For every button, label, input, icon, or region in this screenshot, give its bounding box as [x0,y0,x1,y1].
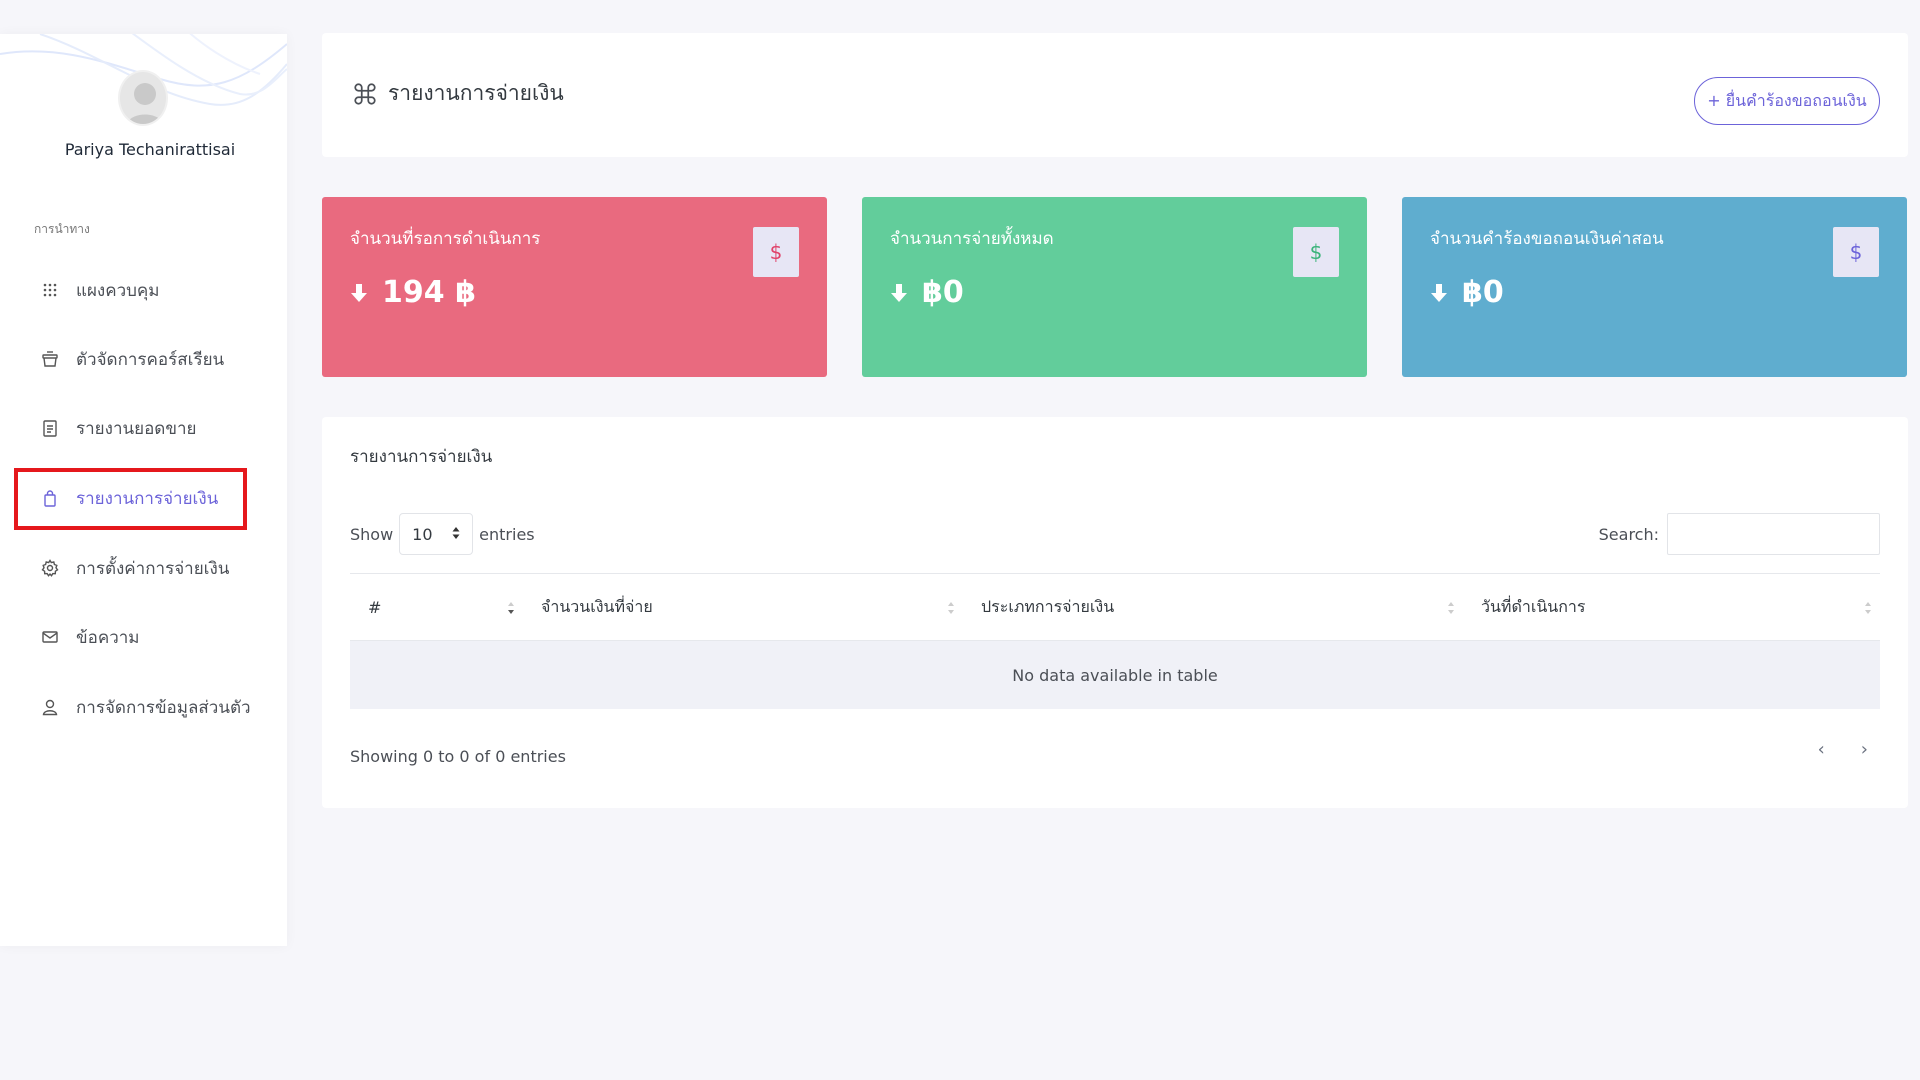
arrow-down-icon [350,282,368,304]
sidebar-item-label: ข้อความ [76,627,140,648]
stat-value-text: ฿0 [922,275,964,310]
sidebar-item-profile[interactable]: การจัดการข้อมูลส่วนตัว [40,690,251,724]
active-item-highlight [14,468,247,530]
sort-icon [947,600,955,619]
basket-icon [40,349,60,369]
table-empty-row: No data available in table [350,641,1880,709]
entries-select[interactable]: 10 [399,513,474,555]
column-header-amount[interactable]: จำนวนเงินที่จ่าย [523,574,963,640]
sort-icon [1447,600,1455,619]
column-header-payment-type[interactable]: ประเภทการจ่ายเงิน [963,574,1463,640]
sidebar-item-label: การตั้งค่าการจ่ายเงิน [76,558,230,579]
arrow-down-icon [890,282,908,304]
stat-label: จำนวนการจ่ายทั้งหมด [890,229,1054,249]
page-header: รายงานการจ่ายเงิน + ยื่นคำร้องขอถอนเงิน [322,33,1908,157]
entries-length-control: Show 10 entries [350,513,535,555]
page-title: รายงานการจ่ายเงิน [352,77,564,110]
stat-value-text: 194 ฿ [382,275,476,310]
sidebar-item-payment-settings[interactable]: การตั้งค่าการจ่ายเงิน [40,551,229,585]
clipboard-icon [40,418,60,438]
sidebar-item-label: การจัดการข้อมูลส่วนตัว [76,697,251,718]
dollar-icon: $ [1293,227,1339,277]
search-input[interactable] [1667,513,1880,555]
request-withdrawal-button[interactable]: + ยื่นคำร้องขอถอนเงิน [1694,77,1880,125]
arrow-down-icon [1430,282,1448,304]
column-header-date[interactable]: วันที่ดำเนินการ [1463,574,1880,640]
user-icon [40,697,60,717]
show-label: Show [350,524,394,544]
gear-icon [40,558,60,578]
sidebar-item-label: ตัวจัดการคอร์สเรียน [76,349,225,370]
empty-text: No data available in table [1012,665,1218,685]
table-header: # จำนวนเงินที่จ่าย ประเภทการจ่ายเงิน วัน… [350,573,1880,641]
user-name: Pariya Techanirattisai [64,140,236,159]
table-search: Search: [1599,513,1880,555]
sort-updown-icon [452,525,460,544]
stat-label: จำนวนที่รอการดำเนินการ [350,229,541,249]
column-header-label: จำนวนเงินที่จ่าย [541,596,653,616]
sidebar-item-dashboard[interactable]: แผงควบคุม [40,273,160,307]
avatar[interactable] [118,70,168,126]
sidebar-item-label: แผงควบคุม [76,280,160,301]
stat-value-text: ฿0 [1462,275,1504,310]
sidebar-item-course-manager[interactable]: ตัวจัดการคอร์สเรียน [40,342,224,376]
sidebar-item-messages[interactable]: ข้อความ [40,620,140,654]
mail-icon [40,627,60,647]
page-title-text: รายงานการจ่ายเงิน [388,81,564,105]
column-header-label: ประเภทการจ่ายเงิน [981,596,1115,616]
search-label: Search: [1598,524,1659,544]
nav-caption: การนำทาง [34,222,90,236]
entries-select-value: 10 [412,524,433,544]
column-header-label: วันที่ดำเนินการ [1481,596,1586,616]
stat-label: จำนวนคำร้องขอถอนเงินค่าสอน [1430,229,1664,249]
table-title: รายงานการจ่ายเงิน [350,447,493,467]
column-header-label: # [368,597,382,617]
stat-value: ฿0 [890,275,964,310]
stat-card-pending: จำนวนที่รอการดำเนินการ 194 ฿ $ [322,197,827,377]
payment-table-card: รายงานการจ่ายเงิน Show 10 entries Search… [322,417,1908,808]
command-icon [352,81,378,107]
pagination-prev-button[interactable]: ‹ [1818,739,1825,760]
sidebar-item-label: รายงานยอดขาย [76,418,197,439]
dollar-icon: $ [1833,227,1879,277]
column-header-index[interactable]: # [350,574,523,640]
table-info: Showing 0 to 0 of 0 entries [350,747,566,766]
stat-value: 194 ฿ [350,275,476,310]
sort-icon [1864,600,1872,619]
pagination-next-button[interactable]: › [1861,739,1868,760]
stat-value: ฿0 [1430,275,1504,310]
grid-icon [40,280,60,300]
sort-icon [507,600,515,619]
stat-card-withdrawal-requests: จำนวนคำร้องขอถอนเงินค่าสอน ฿0 $ [1402,197,1907,377]
sidebar-item-sales-report[interactable]: รายงานยอดขาย [40,411,196,445]
entries-label: entries [479,524,535,544]
dollar-icon: $ [753,227,799,277]
pagination: ‹ › [1818,739,1868,760]
stat-card-total-paid: จำนวนการจ่ายทั้งหมด ฿0 $ [862,197,1367,377]
